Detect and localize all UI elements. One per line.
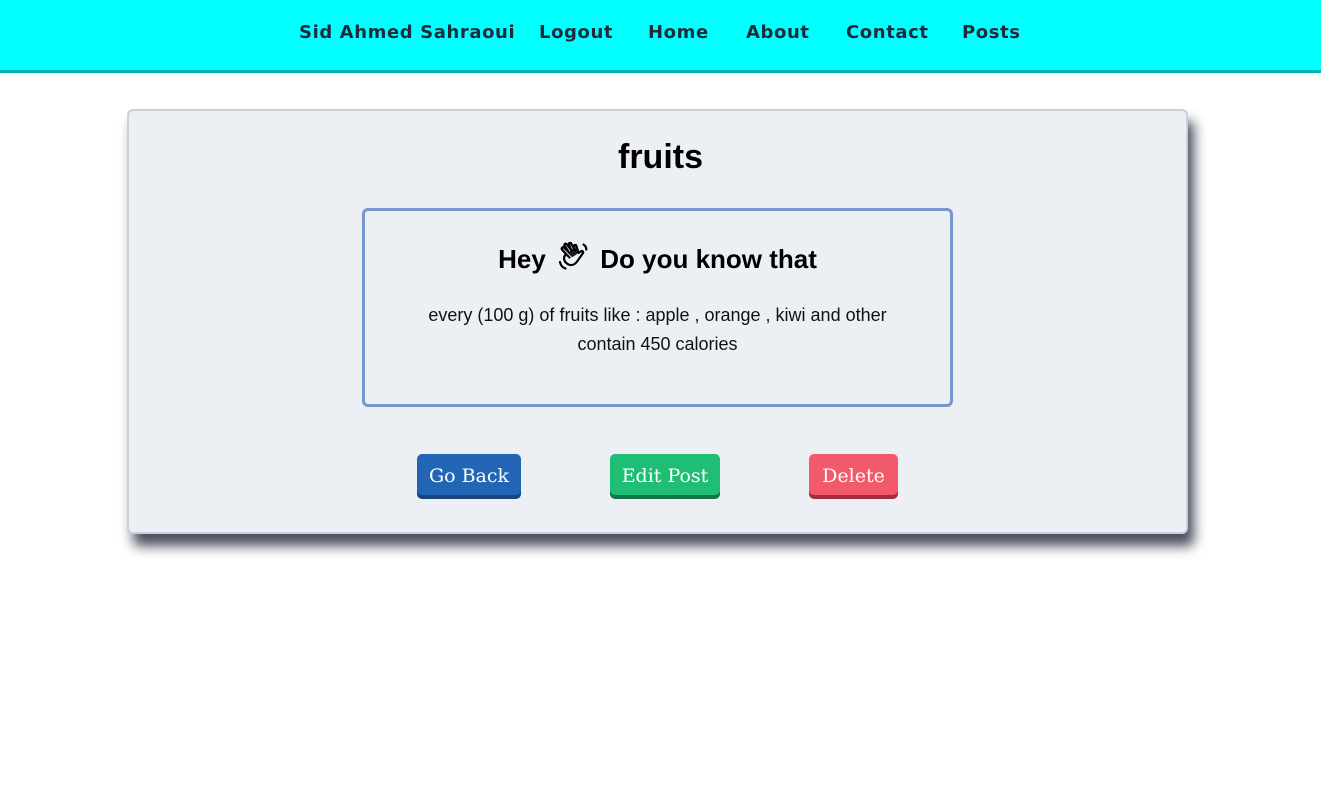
post-body-text: every (100 g) of fruits like : apple , o…: [428, 305, 887, 354]
top-navbar: Sid Ahmed Sahraoui Logout Home About Con…: [0, 0, 1321, 73]
nav-about-link[interactable]: About: [746, 22, 810, 43]
delete-button[interactable]: Delete: [809, 454, 898, 498]
go-back-button[interactable]: Go Back: [417, 454, 521, 498]
post-title: fruits: [618, 138, 703, 176]
nav-contact-link[interactable]: Contact: [846, 22, 929, 43]
edit-post-button[interactable]: Edit Post: [610, 454, 720, 498]
post-heading-prefix: Hey: [498, 244, 546, 274]
nav-logout-link[interactable]: Logout: [539, 22, 613, 43]
waving-hand-icon: [558, 241, 588, 270]
post-heading-suffix: Do you know that: [600, 244, 817, 274]
nav-user-name[interactable]: Sid Ahmed Sahraoui: [299, 22, 515, 43]
nav-posts-link[interactable]: Posts: [962, 22, 1021, 43]
nav-home-link[interactable]: Home: [648, 22, 709, 43]
post-heading: Hey Do you know that: [362, 240, 953, 275]
